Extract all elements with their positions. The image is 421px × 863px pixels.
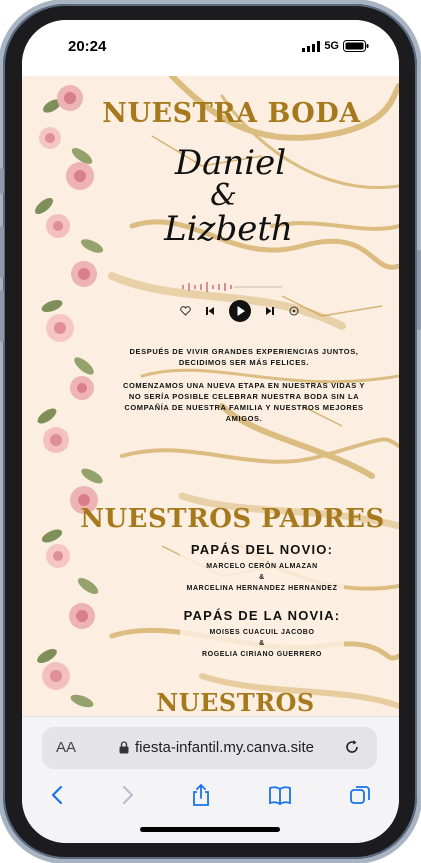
ampersand: & (210, 178, 237, 213)
web-content[interactable]: NUESTRA BODA Daniel & Lizbeth DESPUÉS DE… (22, 76, 399, 716)
lock-icon (119, 741, 129, 754)
status-bar: 20:24 5G (22, 20, 399, 76)
volume-up-button (0, 226, 4, 278)
next-section-title: NUESTROS (156, 688, 315, 716)
intro-paragraph-2: COMENZAMOS UNA NUEVA ETAPA EN NUESTRAS V… (122, 381, 366, 423)
browser-bottom-bar: AA fiesta-infantil.my.canva.site (22, 716, 399, 843)
share-sheet-icon[interactable] (191, 783, 211, 807)
volume-down-button (0, 290, 4, 342)
play-icon[interactable] (229, 300, 251, 322)
bride-ampersand: & (259, 640, 265, 647)
parents-title: NUESTROS PADRES (80, 504, 385, 534)
bride-father: MOISES CUACUIL JACOBO (209, 629, 315, 636)
groom-name: Daniel (174, 143, 287, 183)
battery-icon (343, 40, 369, 52)
hero-title: NUESTRA BODA (102, 98, 361, 129)
network-label: 5G (324, 40, 339, 52)
status-time: 20:24 (68, 38, 107, 55)
parents-section: NUESTROS PADRES PAPÁS DEL NOVIO: MARCELO… (22, 504, 399, 666)
heart-icon[interactable] (180, 306, 191, 316)
browser-toolbar (22, 775, 399, 815)
intro-section: DESPUÉS DE VIVIR GRANDES EXPERIENCIAS JU… (22, 346, 399, 424)
groom-parents-card: PAPÁS DEL NOVIO: MARCELO CERÓN ALMAZAN &… (180, 538, 344, 600)
forward-icon[interactable] (121, 785, 135, 805)
next-section: NUESTROS (22, 688, 399, 716)
bride-parents-heading: PAPÁS DE LA NOVIA: (183, 608, 341, 623)
url-text[interactable]: fiesta-infantil.my.canva.site (135, 739, 314, 756)
bookmarks-icon[interactable] (268, 785, 292, 805)
next-track-icon[interactable] (265, 306, 275, 316)
bride-parents-card: PAPÁS DE LA NOVIA: MOISES CUACUIL JACOBO… (180, 604, 344, 666)
hero-section: NUESTRA BODA Daniel & Lizbeth (22, 98, 399, 249)
groom-mother: MARCELINA HERNANDEZ HERNANDEZ (186, 585, 338, 592)
power-button (417, 250, 421, 330)
bride-name: Lizbeth (164, 209, 293, 249)
address-bar[interactable]: AA fiesta-infantil.my.canva.site (42, 727, 377, 769)
home-indicator (140, 827, 280, 832)
text-size-button[interactable]: AA (56, 739, 76, 756)
music-player (22, 280, 399, 322)
share-icon[interactable] (289, 306, 299, 316)
groom-parents-heading: PAPÁS DEL NOVIO: (190, 542, 334, 557)
signal-icon (302, 40, 321, 52)
previous-track-icon[interactable] (205, 306, 215, 316)
audio-waveform (182, 282, 282, 292)
mute-switch (0, 168, 4, 194)
phone-screen: 20:24 5G NUESTRA BODA Daniel & Lizbeth D… (22, 20, 399, 843)
intro-paragraph-1: DESPUÉS DE VIVIR GRANDES EXPERIENCIAS JU… (129, 347, 359, 367)
reload-icon[interactable] (344, 739, 360, 755)
groom-father: MARCELO CERÓN ALMAZAN (206, 563, 318, 570)
back-icon[interactable] (50, 785, 64, 805)
tabs-icon[interactable] (349, 784, 371, 806)
groom-ampersand: & (259, 574, 265, 581)
bride-mother: ROGELIA CIRIANO GUERRERO (202, 651, 322, 658)
